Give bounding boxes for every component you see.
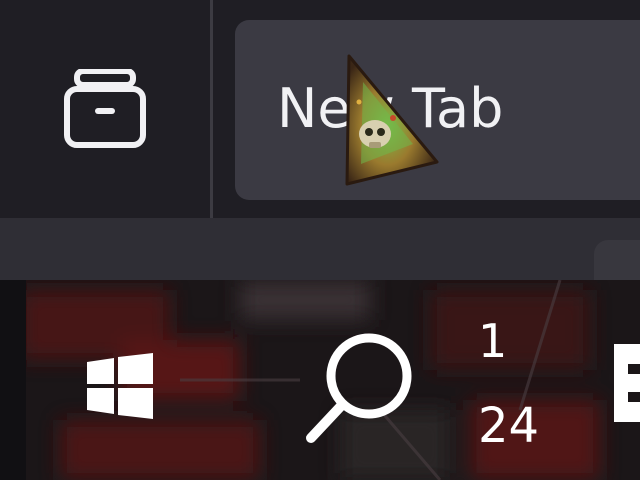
- windows-logo-icon: [87, 353, 153, 423]
- tab-divider: [210, 0, 213, 220]
- start-button[interactable]: [60, 328, 180, 448]
- toolbar-corner: [594, 240, 640, 280]
- taskbar: 1 24: [0, 280, 640, 480]
- tab-new-tab[interactable]: New Tab: [235, 20, 640, 200]
- clock-time: 1: [478, 318, 508, 364]
- clock-date: 24: [478, 398, 540, 454]
- file-explorer-icon: [612, 344, 640, 428]
- cartoon-skull-triangle-icon: [333, 52, 443, 188]
- browser-toolbar-edge: [0, 218, 640, 280]
- archive-box-icon: [64, 69, 146, 149]
- screen: New Tab 1 24: [0, 0, 640, 480]
- tab-group-button[interactable]: [0, 0, 210, 218]
- search-icon: [303, 330, 417, 450]
- search-button[interactable]: [290, 320, 430, 460]
- taskbar-clock[interactable]: 1 24: [470, 310, 560, 460]
- pinned-app-file-explorer[interactable]: [612, 342, 640, 424]
- browser-tabstrip: New Tab: [0, 0, 640, 220]
